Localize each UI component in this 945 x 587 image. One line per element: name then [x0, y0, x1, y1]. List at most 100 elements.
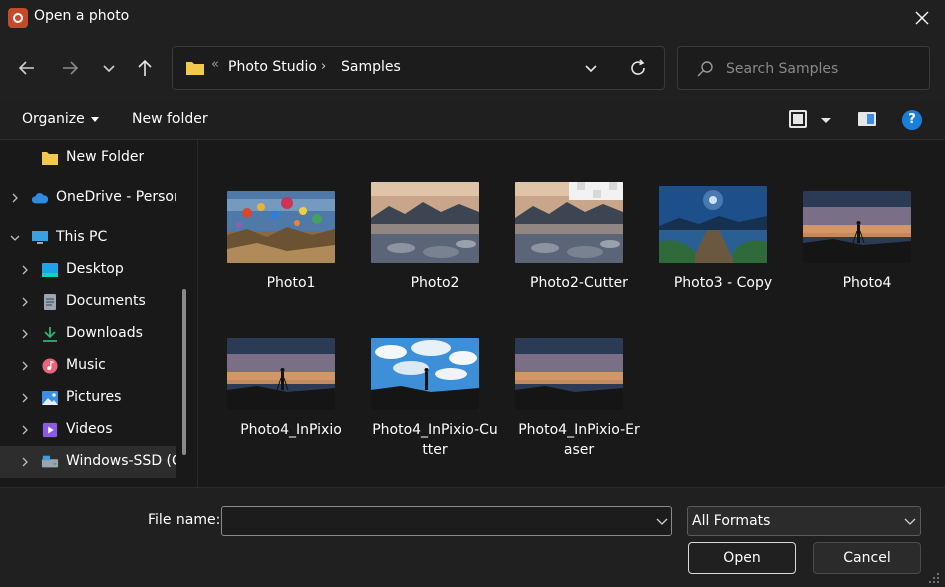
chevron-right-icon[interactable] — [10, 193, 20, 203]
sidebar-item-this-pc[interactable]: This PC — [0, 222, 176, 254]
search-input[interactable] — [726, 59, 921, 79]
chevron-down-icon[interactable] — [656, 517, 668, 527]
sidebar-item-label: Music — [66, 357, 106, 373]
sidebar-item-music[interactable]: Music — [0, 350, 176, 382]
organize-menu[interactable]: Organize — [22, 111, 99, 127]
overflow-crumb[interactable]: « — [211, 57, 219, 72]
sidebar-scrollbar-thumb[interactable] — [182, 289, 186, 455]
sidebar-item-label: Windows-SSD (C — [66, 453, 176, 469]
file-name-label: Photo4_InPixio — [240, 422, 342, 438]
navigation-bar: « Photo Studio › Samples — [0, 36, 945, 100]
file-name-input[interactable] — [226, 512, 646, 532]
sidebar-item-videos[interactable]: Videos — [0, 414, 176, 446]
chevron-right-icon[interactable] — [20, 361, 30, 371]
recent-locations-button[interactable] — [95, 54, 123, 82]
refresh-icon[interactable] — [628, 58, 648, 78]
pictures-icon — [42, 391, 58, 405]
open-button[interactable]: Open — [688, 542, 796, 574]
file-item-photo1[interactable]: Photo1 — [226, 186, 356, 316]
file-item-photo3-copy[interactable]: Photo3 - Copy — [658, 186, 788, 316]
music-icon — [42, 358, 58, 374]
sidebar-item-desktop[interactable]: Desktop — [0, 254, 176, 286]
help-icon[interactable]: ? — [902, 110, 922, 130]
sidebar-item-downloads[interactable]: Downloads — [0, 318, 176, 350]
file-item-photo4[interactable]: Photo4 — [802, 186, 932, 316]
photo-thumbnail — [803, 191, 911, 263]
forward-button[interactable] — [56, 54, 84, 82]
organize-label: Organize — [22, 111, 85, 127]
desktop-icon — [42, 263, 58, 277]
file-name-label: Photo2-Cutter — [530, 275, 628, 291]
file-name-label: Photo4_InPixio-Eraser — [518, 422, 640, 458]
sidebar-item-label: Pictures — [66, 389, 122, 405]
sidebar-item-windows-ssd[interactable]: Windows-SSD (C — [0, 446, 176, 478]
videos-icon — [42, 422, 58, 438]
computer-icon — [32, 231, 48, 244]
photo-thumbnail — [659, 186, 767, 263]
file-name-combobox[interactable] — [221, 506, 672, 536]
chevron-down-icon — [103, 65, 115, 73]
folder-icon — [42, 152, 58, 165]
window-title: Open a photo — [34, 8, 130, 24]
up-button[interactable] — [131, 54, 159, 82]
chevron-down-icon[interactable] — [10, 233, 20, 243]
chevron-down-icon — [904, 518, 916, 525]
search-icon — [697, 61, 713, 77]
change-view-icon[interactable] — [789, 110, 807, 128]
folder-icon — [186, 62, 204, 75]
arrow-left-icon — [18, 61, 34, 75]
breadcrumb-samples[interactable]: Samples — [341, 59, 401, 75]
file-item-photo4-inpixio[interactable]: Photo4_InPixio — [226, 332, 356, 462]
sidebar-item-label: This PC — [56, 229, 108, 245]
chevron-right-icon[interactable] — [20, 393, 30, 403]
photo-thumbnail — [371, 338, 479, 410]
sidebar-item-label: Desktop — [66, 261, 124, 277]
cancel-button[interactable]: Cancel — [813, 542, 921, 574]
back-button[interactable] — [13, 54, 41, 82]
file-item-photo2[interactable]: Photo2 — [370, 182, 500, 316]
drive-icon — [41, 455, 59, 468]
file-name-label: File name: — [148, 512, 221, 528]
sidebar-item-label: New Folder — [66, 149, 145, 165]
sidebar-item-new-folder[interactable]: New Folder — [0, 142, 176, 174]
file-grid: Photo1 Photo2 Photo2-Cutter Photo3 - Cop… — [198, 140, 945, 487]
chevron-right-icon[interactable] — [20, 425, 30, 435]
close-icon — [915, 11, 929, 25]
title-bar: Open a photo — [0, 0, 945, 36]
caret-down-icon — [90, 116, 99, 122]
chevron-right-icon[interactable] — [20, 265, 30, 275]
chevron-right-icon[interactable] — [20, 297, 30, 307]
file-item-photo2-cutter[interactable]: Photo2-Cutter — [514, 182, 644, 316]
file-type-select[interactable]: All Formats — [687, 506, 921, 536]
close-button[interactable] — [900, 0, 945, 36]
file-name-label: Photo4_InPixio-Cutter — [372, 422, 498, 458]
breadcrumb-photo-studio[interactable]: Photo Studio — [228, 59, 317, 75]
download-icon — [43, 327, 57, 342]
photo-thumbnail — [515, 182, 623, 263]
photo-thumbnail — [227, 338, 335, 410]
file-name-label: Photo2 — [410, 275, 460, 291]
chevron-right-icon[interactable] — [20, 457, 30, 467]
address-bar[interactable]: « Photo Studio › Samples — [172, 46, 665, 90]
file-item-photo4-inpixio-eraser[interactable]: Photo4_InPixio-Eraser — [514, 332, 644, 462]
sidebar-item-pictures[interactable]: Pictures — [0, 382, 176, 414]
sidebar-item-onedrive[interactable]: OneDrive - Person — [0, 182, 176, 214]
arrow-up-icon — [138, 59, 152, 76]
new-folder-button[interactable]: New folder — [132, 111, 208, 127]
photo-thumbnail — [227, 191, 335, 263]
breadcrumb-separator: › — [321, 59, 327, 74]
chevron-right-icon[interactable] — [20, 329, 30, 339]
cloud-icon — [31, 193, 49, 204]
documents-icon — [44, 294, 56, 310]
file-name-label: Photo1 — [266, 275, 316, 291]
resize-grip-icon[interactable] — [928, 572, 940, 584]
address-dropdown-icon[interactable] — [583, 60, 599, 76]
file-name-label: Photo4 — [842, 275, 892, 291]
arrow-right-icon — [63, 61, 79, 75]
sidebar-item-label: Downloads — [66, 325, 143, 341]
sidebar-item-documents[interactable]: Documents — [0, 286, 176, 318]
file-item-photo4-inpixio-cutter[interactable]: Photo4_InPixio-Cutter — [370, 332, 500, 462]
preview-pane-icon[interactable] — [858, 112, 876, 126]
view-options-dropdown-icon[interactable] — [821, 118, 831, 123]
search-box — [677, 46, 930, 90]
